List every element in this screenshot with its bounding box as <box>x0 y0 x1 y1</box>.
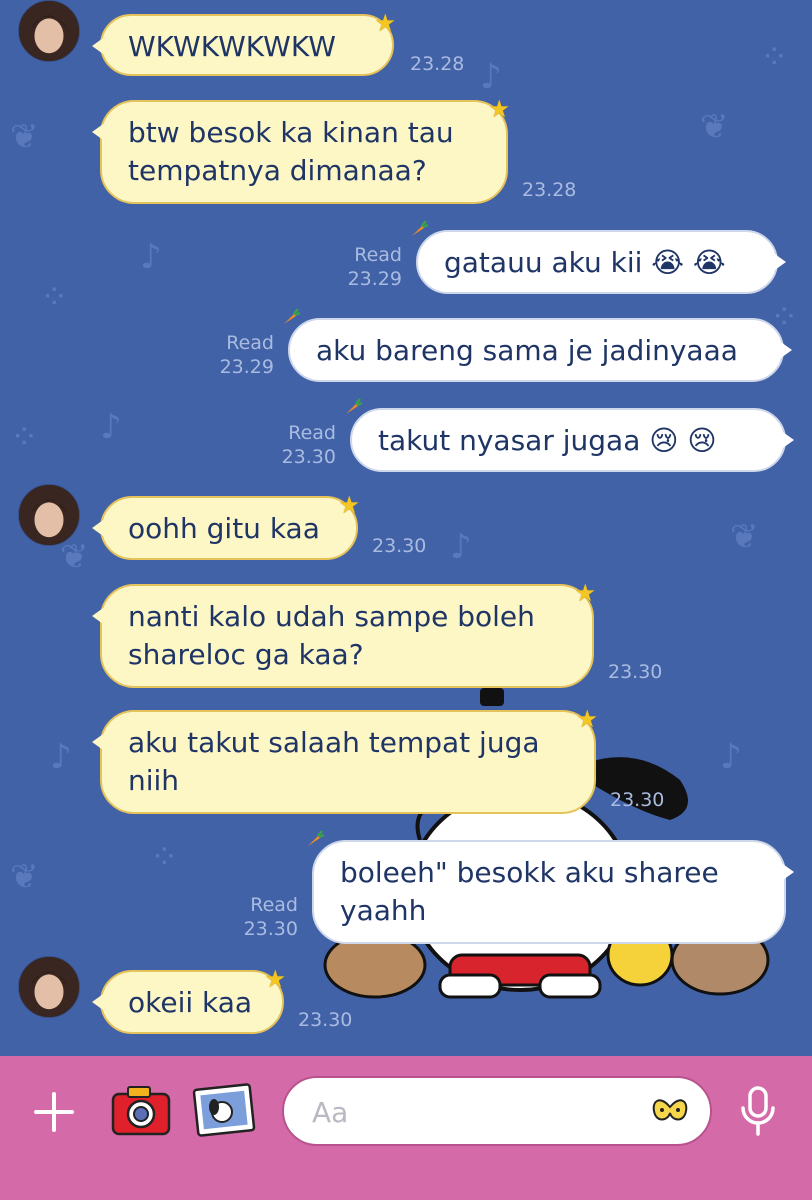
message-time: 23.29 <box>347 268 402 290</box>
message-bubble-incoming[interactable]: ★ WKWKWKWKW <box>92 9 396 76</box>
star-icon: ★ <box>264 965 286 993</box>
plus-icon[interactable] <box>30 1088 78 1136</box>
message-time: 23.30 <box>298 1009 353 1031</box>
bubble-tail <box>780 430 794 450</box>
read-receipt: Read 23.30 <box>274 421 336 469</box>
bubble-tail <box>92 732 106 752</box>
message-text: WKWKWKWKW <box>128 30 336 63</box>
music-note-doodle-icon: ♪ <box>100 407 122 447</box>
message-time: 23.30 <box>610 789 665 811</box>
read-label: Read <box>354 244 402 266</box>
message-bubble-incoming[interactable]: ★ oohh gitu kaa <box>92 491 360 560</box>
message-bubble-outgoing[interactable]: takut nyasar jugaa 😢 😢 <box>346 398 794 472</box>
music-note-doodle-icon: ♪ <box>480 57 502 97</box>
emoji-icon[interactable] <box>650 1094 690 1130</box>
music-note-doodle-icon: ♪ <box>50 737 72 777</box>
bubble-tail <box>92 36 106 56</box>
star-icon: ★ <box>574 579 596 607</box>
paw-doodle-icon: ⁘ <box>40 277 69 317</box>
message-text-line: niih <box>128 764 180 797</box>
bubble-tail <box>772 252 786 272</box>
contact-avatar[interactable] <box>18 0 80 62</box>
bubble-tail <box>780 862 794 882</box>
bubble-tail <box>92 606 106 626</box>
star-icon: ★ <box>576 705 598 733</box>
carrot-icon <box>412 220 429 236</box>
chat-area[interactable]: ❦ ❦ ♪ ♪ ⁘ ⁘ ♪ ⁘ ❦ ♪ ❦ ♪ ❦ ⁘ ♪ ⁘ ♪ ★ <box>0 0 812 1056</box>
read-label: Read <box>250 894 298 916</box>
message-time: 23.28 <box>522 179 577 201</box>
bubble-tail <box>92 992 106 1012</box>
message-time: 23.30 <box>608 661 663 683</box>
read-receipt: Read 23.30 <box>236 893 298 941</box>
carrot-icon <box>346 398 363 414</box>
carrot-icon <box>284 308 301 324</box>
message-text-line: tempatnya dimanaa? <box>128 154 427 187</box>
message-input[interactable] <box>312 1092 632 1132</box>
message-text-line: shareloc ga kaa? <box>128 638 364 671</box>
message-bubble-outgoing[interactable]: gatauu aku kii 😭 😭 <box>412 220 786 294</box>
carrot-doodle-icon: ❦ <box>60 537 89 577</box>
bubble-tail <box>778 340 792 360</box>
contact-avatar[interactable] <box>18 956 80 1018</box>
message-text-line: yaahh <box>340 894 427 927</box>
camera-icon[interactable] <box>108 1080 174 1140</box>
carrot-doodle-icon: ❦ <box>10 857 39 897</box>
carrot-icon <box>308 830 325 846</box>
read-receipt: Read 23.29 <box>212 331 274 379</box>
read-receipt: Read 23.29 <box>340 243 402 291</box>
message-text-line: nanti kalo udah sampe boleh <box>128 600 535 633</box>
read-label: Read <box>226 332 274 354</box>
message-text-line: boleeh" besokk aku sharee <box>340 856 719 889</box>
message-input-box[interactable] <box>282 1076 712 1146</box>
message-text: gatauu aku kii 😭 😭 <box>444 246 726 279</box>
contact-avatar[interactable] <box>18 484 80 546</box>
star-icon: ★ <box>338 491 360 519</box>
music-note-doodle-icon: ♪ <box>450 527 472 567</box>
microphone-icon[interactable] <box>734 1082 782 1140</box>
message-time: 23.28 <box>410 53 465 75</box>
message-time: 23.30 <box>372 535 427 557</box>
message-time: 23.29 <box>219 356 274 378</box>
bubble-tail <box>92 122 106 142</box>
message-time: 23.30 <box>281 446 336 468</box>
star-icon: ★ <box>374 9 396 37</box>
message-time: 23.30 <box>243 918 298 940</box>
message-text-line: btw besok ka kinan tau <box>128 116 454 149</box>
message-text: oohh gitu kaa <box>128 512 320 545</box>
photo-icon[interactable] <box>190 1082 258 1138</box>
message-bubble-incoming[interactable]: ★ aku takut salaah tempat juga niih <box>92 705 598 814</box>
carrot-doodle-icon: ❦ <box>10 117 39 157</box>
paw-doodle-icon: ⁘ <box>150 837 179 877</box>
carrot-doodle-icon: ❦ <box>730 517 759 557</box>
paw-doodle-icon: ⁘ <box>760 37 789 77</box>
carrot-doodle-icon: ❦ <box>700 107 729 147</box>
message-bubble-incoming[interactable]: ★ okeii kaa <box>92 965 286 1034</box>
bubble-tail <box>92 518 106 538</box>
message-text-line: aku takut salaah tempat juga <box>128 726 540 759</box>
message-text: okeii kaa <box>128 986 253 1019</box>
message-bubble-incoming[interactable]: ★ nanti kalo udah sampe boleh shareloc g… <box>92 579 596 688</box>
message-bubble-incoming[interactable]: ★ btw besok ka kinan tau tempatnya diman… <box>92 95 510 204</box>
paw-doodle-icon: ⁘ <box>10 417 39 457</box>
message-bubble-outgoing[interactable]: boleeh" besokk aku sharee yaahh <box>308 830 794 944</box>
message-text: aku bareng sama je jadinyaaa <box>316 334 738 367</box>
music-note-doodle-icon: ♪ <box>140 237 162 277</box>
star-icon: ★ <box>488 95 510 123</box>
message-text: takut nyasar jugaa 😢 😢 <box>378 424 717 457</box>
read-label: Read <box>288 422 336 444</box>
message-bubble-outgoing[interactable]: aku bareng sama je jadinyaaa <box>284 308 792 382</box>
